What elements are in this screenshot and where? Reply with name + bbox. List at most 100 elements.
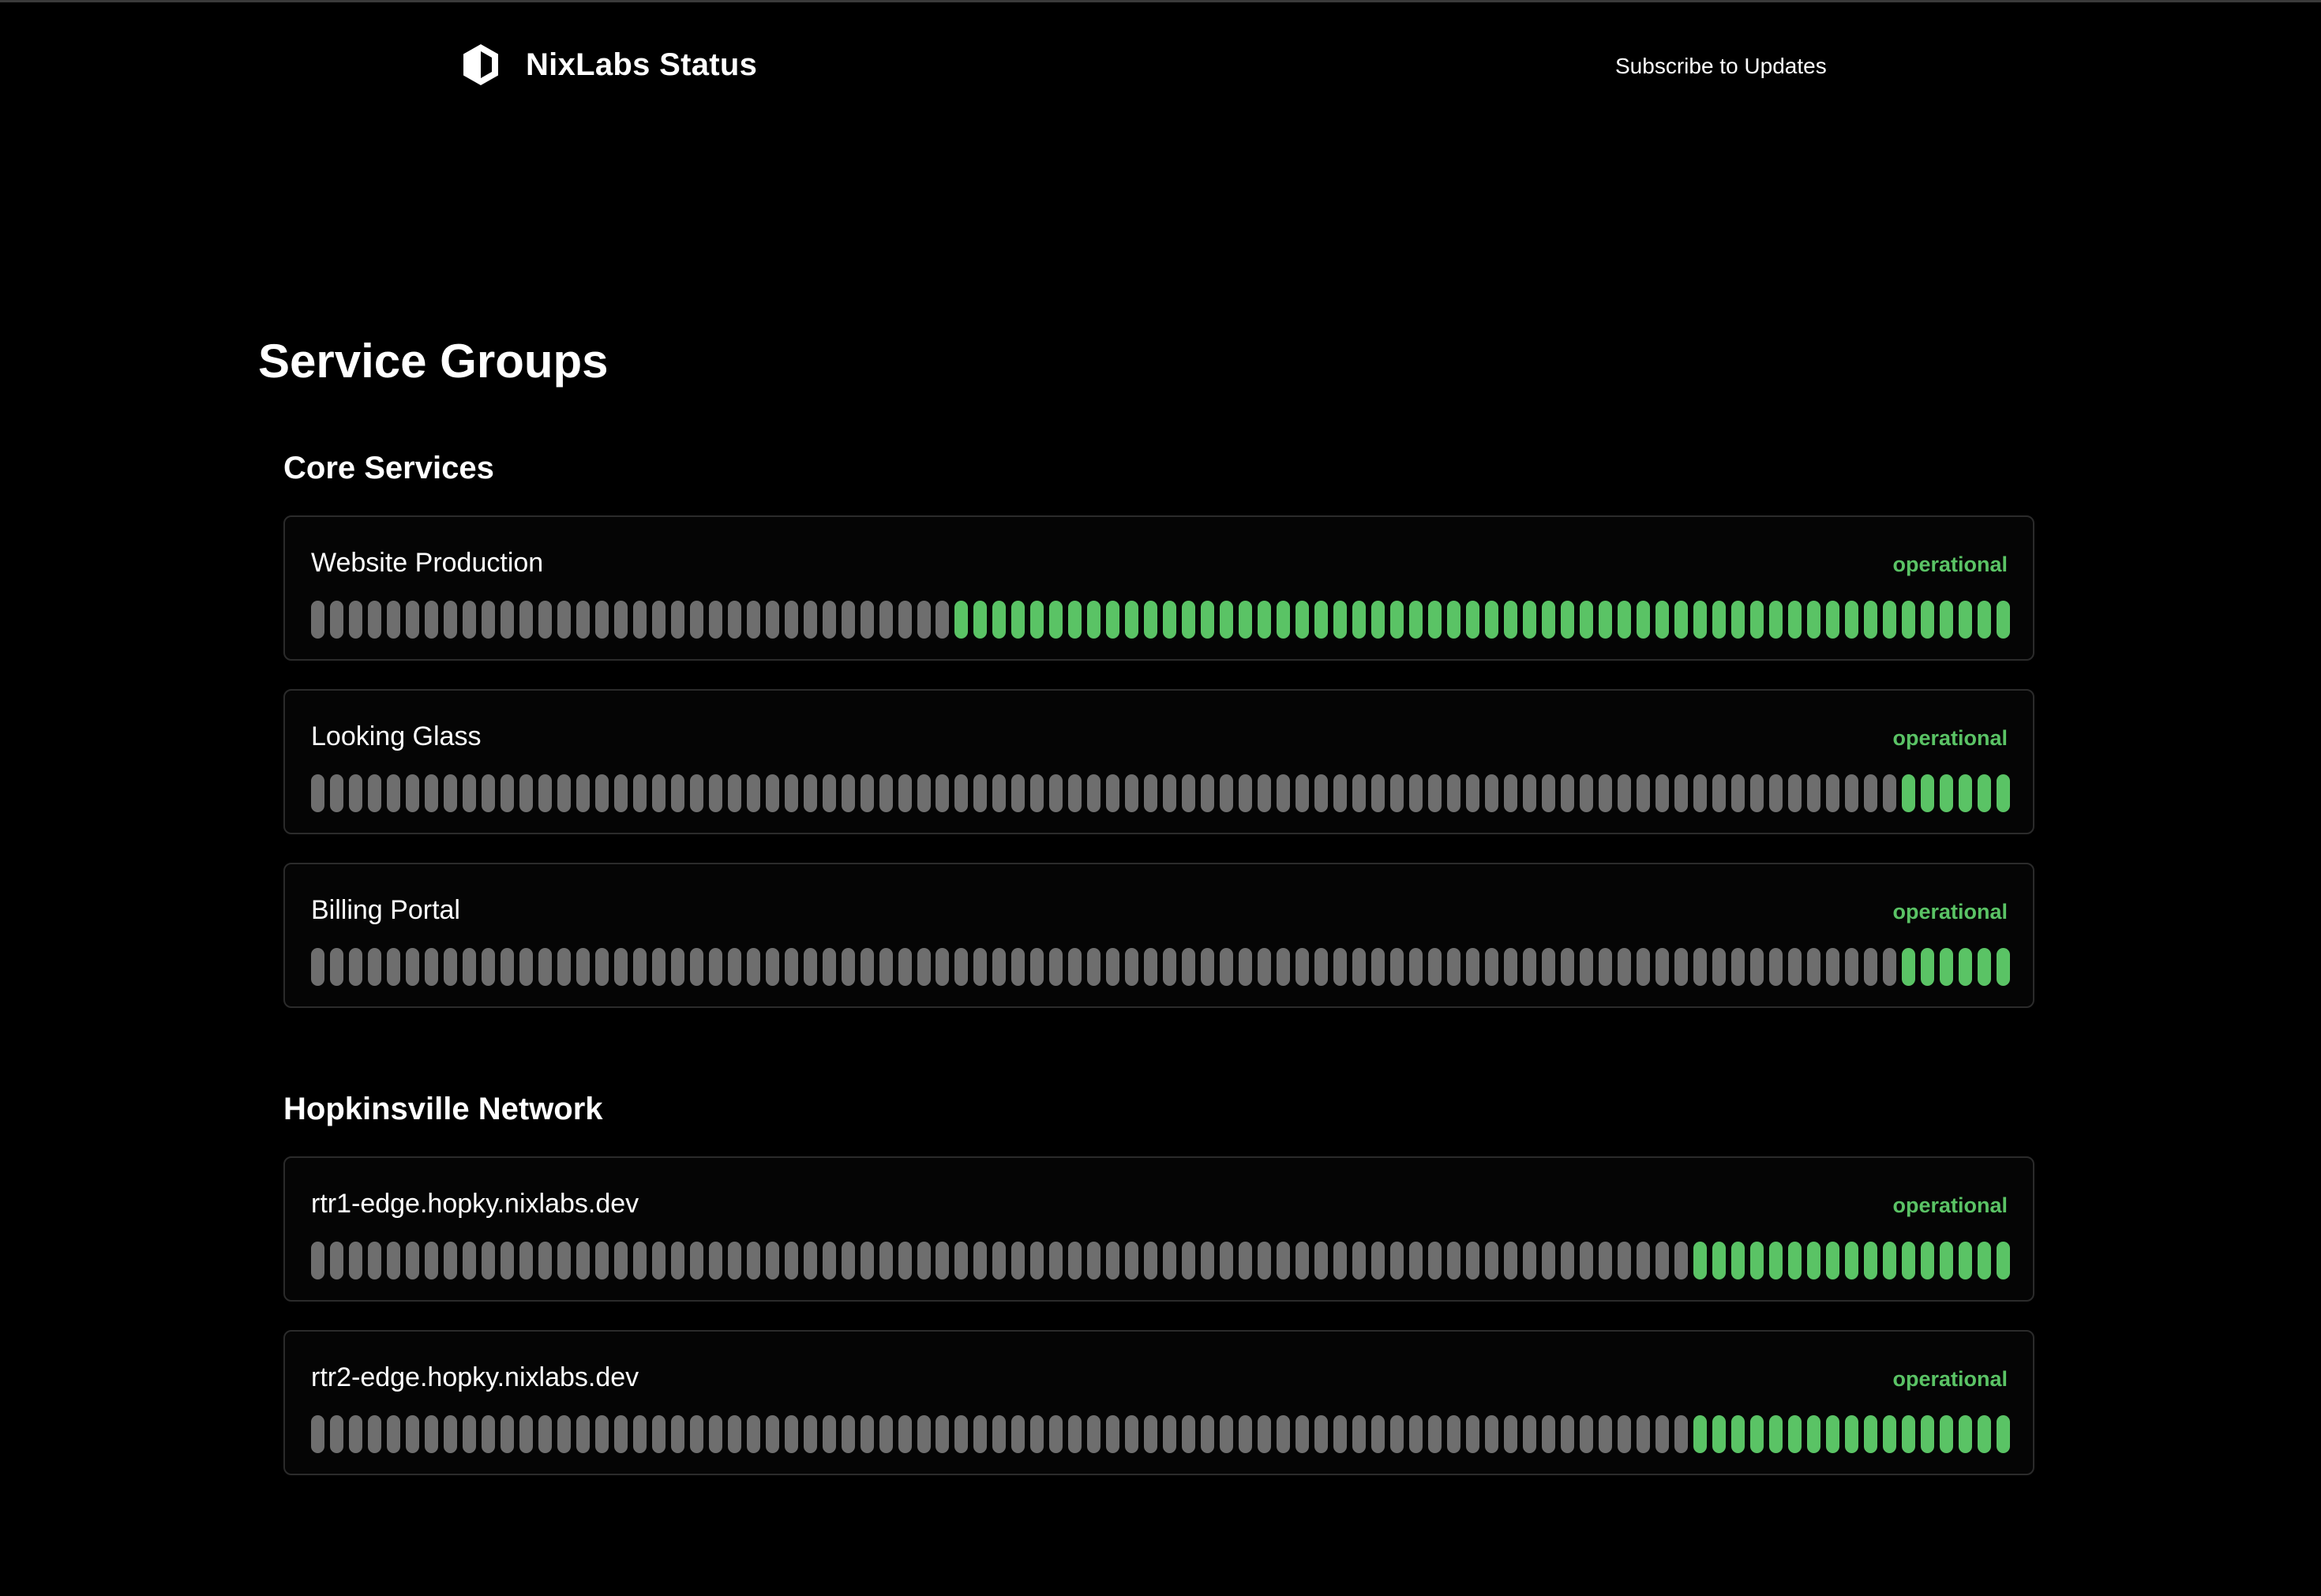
service-card-website-production[interactable]: Website Production operational	[283, 515, 2034, 661]
uptime-bar-no-data[interactable]	[803, 1242, 817, 1279]
uptime-bar-no-data[interactable]	[898, 1242, 912, 1279]
uptime-bar-no-data[interactable]	[1655, 774, 1669, 812]
uptime-bar-operational[interactable]	[1541, 601, 1555, 639]
uptime-bar-no-data[interactable]	[651, 1242, 666, 1279]
uptime-bar-no-data[interactable]	[1523, 1242, 1536, 1279]
uptime-bar-no-data[interactable]	[1693, 774, 1707, 812]
uptime-bar-no-data[interactable]	[1371, 1242, 1385, 1279]
uptime-bar-operational[interactable]	[1125, 601, 1139, 639]
uptime-bar-operational[interactable]	[1939, 601, 1953, 639]
uptime-bar-operational[interactable]	[1996, 948, 2010, 986]
uptime-bar-operational[interactable]	[1806, 1242, 1820, 1279]
uptime-bar-no-data[interactable]	[1125, 1242, 1139, 1279]
uptime-bar-no-data[interactable]	[936, 1415, 950, 1453]
uptime-bar-no-data[interactable]	[557, 774, 571, 812]
uptime-bar-no-data[interactable]	[746, 601, 760, 639]
uptime-bar-no-data[interactable]	[1409, 1415, 1423, 1453]
uptime-bar-no-data[interactable]	[803, 948, 817, 986]
uptime-bar-no-data[interactable]	[1655, 1415, 1669, 1453]
uptime-bar-no-data[interactable]	[1277, 1415, 1291, 1453]
uptime-bar-no-data[interactable]	[538, 601, 552, 639]
uptime-bar-no-data[interactable]	[576, 1415, 590, 1453]
uptime-bar-no-data[interactable]	[973, 948, 988, 986]
uptime-bar-no-data[interactable]	[1030, 774, 1044, 812]
uptime-bar-no-data[interactable]	[1068, 774, 1082, 812]
uptime-bar-no-data[interactable]	[992, 774, 1007, 812]
uptime-bar-no-data[interactable]	[708, 1242, 722, 1279]
uptime-bar-no-data[interactable]	[405, 774, 419, 812]
uptime-bar-operational[interactable]	[1825, 1242, 1839, 1279]
uptime-bar-no-data[interactable]	[1882, 948, 1896, 986]
uptime-bar-no-data[interactable]	[462, 601, 476, 639]
uptime-bar-operational[interactable]	[1787, 1415, 1802, 1453]
uptime-bar-no-data[interactable]	[765, 601, 779, 639]
uptime-bar-no-data[interactable]	[1295, 1242, 1310, 1279]
uptime-bar-operational[interactable]	[1182, 601, 1196, 639]
uptime-bar-no-data[interactable]	[1485, 774, 1499, 812]
uptime-bar-no-data[interactable]	[1617, 1415, 1631, 1453]
uptime-bar-no-data[interactable]	[329, 601, 343, 639]
uptime-bar-no-data[interactable]	[311, 948, 324, 986]
uptime-bar-no-data[interactable]	[462, 1415, 476, 1453]
uptime-bar-no-data[interactable]	[784, 601, 798, 639]
uptime-bar-no-data[interactable]	[651, 601, 666, 639]
uptime-bar-no-data[interactable]	[632, 948, 647, 986]
uptime-bar-no-data[interactable]	[1560, 1242, 1574, 1279]
uptime-bar-no-data[interactable]	[1541, 948, 1555, 986]
uptime-bar-no-data[interactable]	[386, 1242, 400, 1279]
uptime-bar-no-data[interactable]	[1598, 1415, 1612, 1453]
uptime-bar-operational[interactable]	[1295, 601, 1310, 639]
uptime-bar-operational[interactable]	[1163, 601, 1177, 639]
uptime-bar-no-data[interactable]	[1314, 1242, 1329, 1279]
uptime-bar-no-data[interactable]	[348, 601, 362, 639]
uptime-bar-operational[interactable]	[1106, 601, 1120, 639]
uptime-bar-no-data[interactable]	[1371, 1415, 1385, 1453]
uptime-bar-no-data[interactable]	[329, 948, 343, 986]
uptime-bar-no-data[interactable]	[519, 1242, 533, 1279]
uptime-bar-no-data[interactable]	[1730, 948, 1745, 986]
uptime-bar-no-data[interactable]	[1693, 948, 1707, 986]
uptime-bar-no-data[interactable]	[727, 774, 741, 812]
uptime-bar-no-data[interactable]	[917, 774, 931, 812]
uptime-bar-no-data[interactable]	[1239, 1242, 1253, 1279]
uptime-bar-no-data[interactable]	[424, 1242, 438, 1279]
uptime-bar-operational[interactable]	[1144, 601, 1158, 639]
uptime-bar-operational[interactable]	[1693, 601, 1707, 639]
uptime-bar-no-data[interactable]	[1428, 948, 1442, 986]
uptime-bar-no-data[interactable]	[500, 1415, 514, 1453]
uptime-bar-no-data[interactable]	[1466, 948, 1480, 986]
uptime-bar-no-data[interactable]	[1106, 1242, 1120, 1279]
uptime-bar-no-data[interactable]	[727, 1242, 741, 1279]
uptime-bar-no-data[interactable]	[708, 1415, 722, 1453]
uptime-bar-no-data[interactable]	[1201, 1415, 1215, 1453]
uptime-bar-operational[interactable]	[1655, 601, 1669, 639]
uptime-bar-no-data[interactable]	[898, 774, 912, 812]
uptime-bar-no-data[interactable]	[1863, 774, 1877, 812]
uptime-bar-no-data[interactable]	[746, 774, 760, 812]
uptime-bar-no-data[interactable]	[329, 1242, 343, 1279]
uptime-bar-no-data[interactable]	[670, 1415, 684, 1453]
uptime-bar-no-data[interactable]	[329, 1415, 343, 1453]
uptime-bar-operational[interactable]	[1239, 601, 1253, 639]
uptime-bar-operational[interactable]	[1977, 1415, 1991, 1453]
uptime-bar-no-data[interactable]	[1087, 948, 1101, 986]
uptime-bar-no-data[interactable]	[1598, 1242, 1612, 1279]
uptime-bar-no-data[interactable]	[1030, 1415, 1044, 1453]
uptime-bar-no-data[interactable]	[879, 1242, 893, 1279]
uptime-bar-no-data[interactable]	[462, 948, 476, 986]
uptime-bar-no-data[interactable]	[538, 1242, 552, 1279]
uptime-bar-operational[interactable]	[1485, 601, 1499, 639]
uptime-bar-no-data[interactable]	[973, 1415, 988, 1453]
uptime-bar-no-data[interactable]	[632, 774, 647, 812]
uptime-bar-no-data[interactable]	[727, 948, 741, 986]
uptime-bar-no-data[interactable]	[1011, 1415, 1026, 1453]
uptime-bar-operational[interactable]	[1958, 774, 1972, 812]
uptime-bar-no-data[interactable]	[1523, 1415, 1536, 1453]
uptime-bar-no-data[interactable]	[1144, 948, 1158, 986]
service-card-rtr1-edge[interactable]: rtr1-edge.hopky.nixlabs.dev operational	[283, 1156, 2034, 1302]
uptime-bar-no-data[interactable]	[917, 1242, 931, 1279]
uptime-bar-no-data[interactable]	[841, 948, 855, 986]
uptime-bar-no-data[interactable]	[348, 1415, 362, 1453]
uptime-bar-operational[interactable]	[1787, 1242, 1802, 1279]
uptime-bar-no-data[interactable]	[1049, 774, 1063, 812]
